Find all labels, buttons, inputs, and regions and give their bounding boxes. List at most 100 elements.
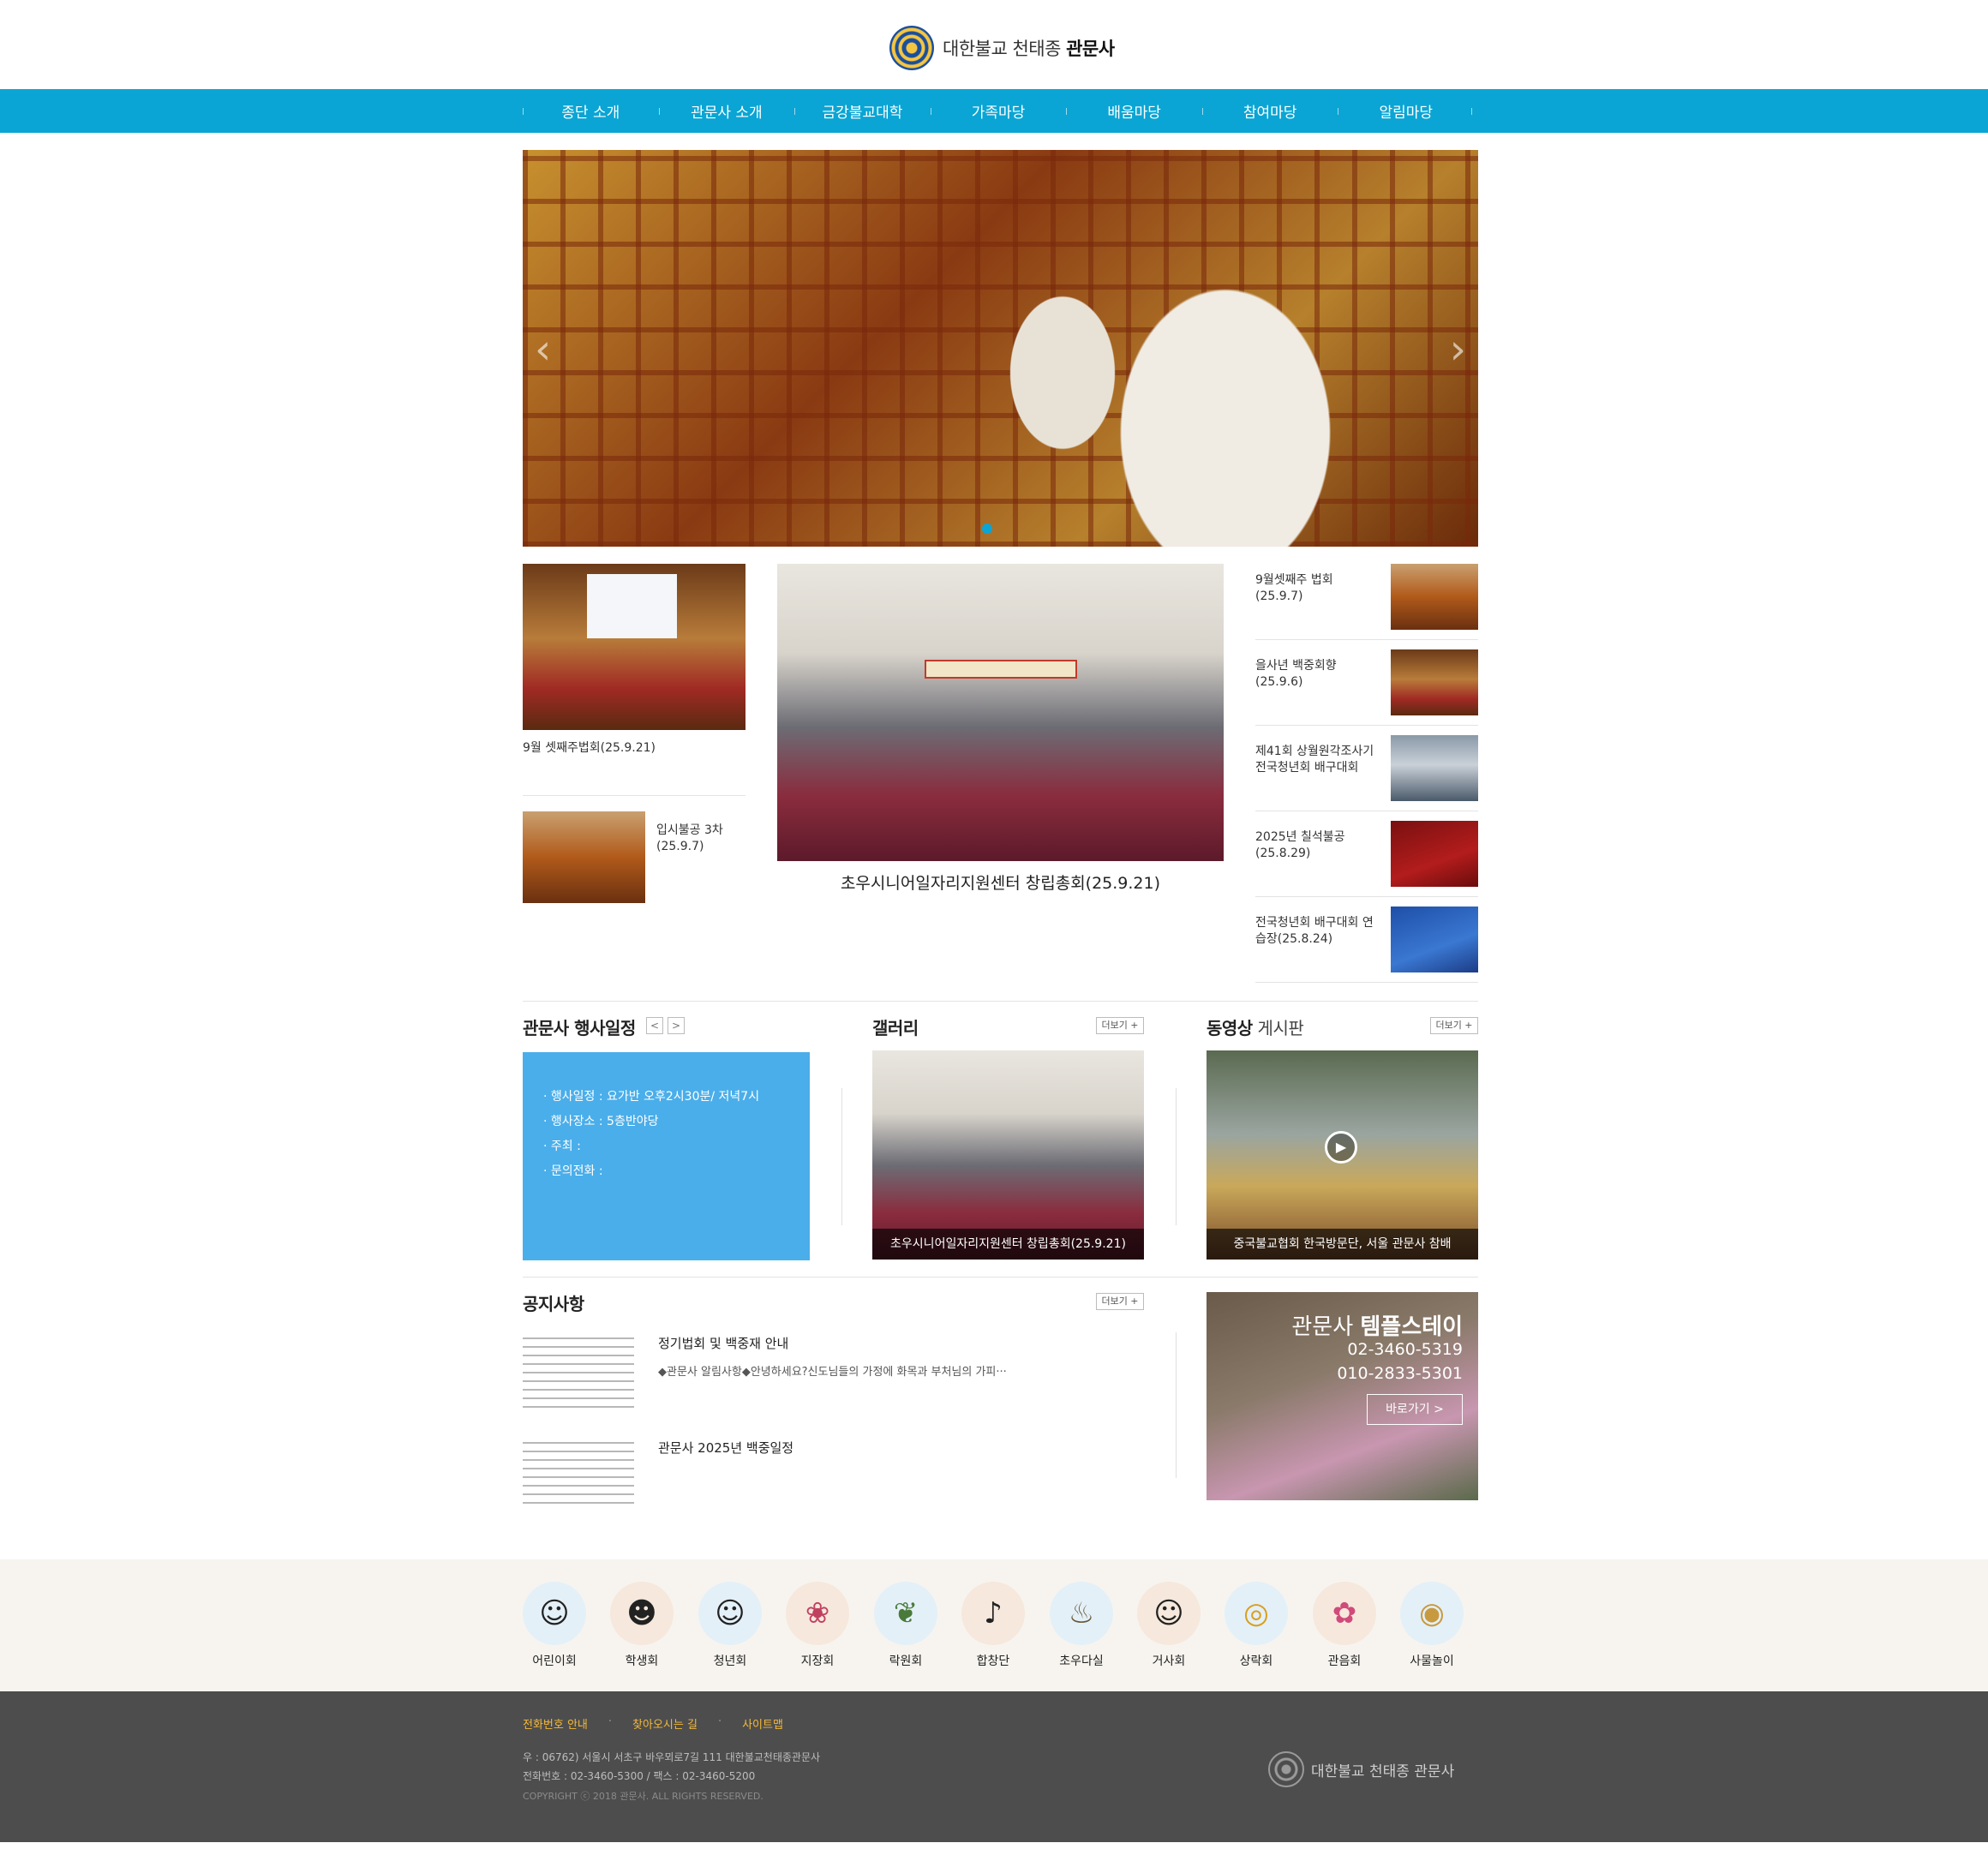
- child-icon: ☺: [523, 1582, 586, 1645]
- gallery-photo[interactable]: 초우시니어일자리지원센터 창립총회(25.9.21): [872, 1050, 1144, 1260]
- notice-item-title[interactable]: 관문사 2025년 백중일정: [658, 1439, 793, 1457]
- schedule-line: · 행사일정 : 요가반 오후2시30분/ 저녁7시: [543, 1090, 760, 1104]
- site-header: 대한불교 천태종 관문사: [0, 0, 1988, 89]
- club-label: 합창단: [976, 1655, 1010, 1668]
- site-logo[interactable]: 대한불교 천태종 관문사: [889, 26, 1115, 70]
- club-label: 초우다실: [1059, 1655, 1104, 1668]
- club-label: 락원회: [889, 1655, 923, 1668]
- divider: [1255, 725, 1478, 726]
- news-caption-left-bottom[interactable]: 입시불공 3차 (25.9.7): [656, 823, 723, 855]
- club-item[interactable]: ☻ 학생회: [610, 1582, 674, 1669]
- news-list-thumb[interactable]: [1391, 907, 1478, 972]
- news-list-thumb[interactable]: [1391, 821, 1478, 887]
- main-nav: 종단 소개 관문사 소개 금강불교대학 가족마당 배움마당 참여마당 알림마당: [0, 89, 1988, 133]
- news-list-thumb[interactable]: [1391, 564, 1478, 630]
- club-item[interactable]: ❀ 지장회: [786, 1582, 849, 1669]
- club-label: 상락회: [1239, 1655, 1273, 1668]
- templestay-phone-2: 010-2833-5301: [1337, 1364, 1463, 1383]
- nav-item-temple-intro[interactable]: 관문사 소개: [658, 89, 795, 133]
- play-icon[interactable]: ▶: [1325, 1131, 1357, 1164]
- divider: [1255, 639, 1478, 640]
- club-item[interactable]: ☺ 거사회: [1137, 1582, 1201, 1669]
- news-caption-left-top[interactable]: 9월 셋째주법회(25.9.21): [523, 740, 656, 757]
- lantern-icon: ◎: [1225, 1582, 1288, 1645]
- notice-item-title[interactable]: 정기법회 및 백중재 안내: [658, 1334, 788, 1352]
- nav-item-participation[interactable]: 참여마당: [1201, 89, 1338, 133]
- gallery-caption: 초우시니어일자리지원센터 창립총회(25.9.21): [872, 1229, 1144, 1260]
- video-title-thin: 게시판: [1252, 1018, 1304, 1038]
- club-label: 지장회: [800, 1655, 835, 1668]
- notice-title: 공지사항: [523, 1294, 584, 1314]
- elder-icon: ☺: [1137, 1582, 1201, 1645]
- video-caption: 중국불교협회 한국방문단, 서울 관문사 참배: [1207, 1229, 1478, 1260]
- notice-thumb[interactable]: [523, 1331, 634, 1409]
- nav-item-learning[interactable]: 배움마당: [1066, 89, 1202, 133]
- schedule-prev-button[interactable]: <: [646, 1017, 663, 1034]
- column-divider: [1176, 1088, 1177, 1225]
- column-divider: [1176, 1332, 1177, 1478]
- news-list-thumb[interactable]: [1391, 649, 1478, 715]
- choir-icon: ♪: [961, 1582, 1025, 1645]
- footer-logo[interactable]: 대한불교 천태종 관문사: [1268, 1751, 1454, 1787]
- divider: [1255, 982, 1478, 983]
- drum-icon: ◉: [1400, 1582, 1464, 1645]
- video-title-bold: 동영상: [1207, 1018, 1253, 1038]
- schedule-next-button[interactable]: >: [668, 1017, 685, 1034]
- nav-item-notice[interactable]: 알림마당: [1338, 89, 1474, 133]
- footer-link-phone[interactable]: 전화번호 안내: [523, 1715, 588, 1732]
- club-label: 청년회: [713, 1655, 747, 1668]
- column-divider: [841, 1088, 842, 1225]
- section-divider: [523, 1001, 1478, 1002]
- club-item[interactable]: ❦ 락원회: [874, 1582, 937, 1669]
- club-item[interactable]: ◉ 사물놀이: [1400, 1582, 1464, 1669]
- nav-item-university[interactable]: 금강불교대학: [794, 89, 931, 133]
- news-list-caption[interactable]: 을사년 백중회향 (25.9.6): [1255, 658, 1337, 691]
- gallery-more-button[interactable]: 더보기 +: [1096, 1017, 1144, 1034]
- club-item[interactable]: ✿ 관음회: [1313, 1582, 1376, 1669]
- news-list-caption[interactable]: 2025년 칠석불공 (25.8.29): [1255, 829, 1344, 862]
- chevron-left-icon[interactable]: ‹: [535, 326, 551, 374]
- brand-title: 대한불교 천태종 관문사: [943, 35, 1115, 61]
- brand-prefix: 대한불교 천태종: [943, 39, 1061, 59]
- news-list-caption[interactable]: 9월셋째주 법회 (25.9.7): [1255, 572, 1333, 605]
- video-more-button[interactable]: 더보기 +: [1430, 1017, 1478, 1034]
- club-item[interactable]: ◎ 상락회: [1225, 1582, 1288, 1669]
- nav-item-family[interactable]: 가족마당: [930, 89, 1067, 133]
- notice-more-button[interactable]: 더보기 +: [1096, 1293, 1144, 1310]
- slider-dot[interactable]: [982, 524, 992, 534]
- divider: [1255, 896, 1478, 897]
- footer-phone: 전화번호 : 02-3460-5300 / 팩스 : 02-3460-5200: [523, 1770, 756, 1782]
- club-label: 거사회: [1152, 1655, 1186, 1668]
- templestay-banner[interactable]: 관문사 템플스테이 02-3460-5319 010-2833-5301 바로가…: [1207, 1292, 1478, 1500]
- club-strip: ☺ 어린이회 ☻ 학생회 ☺ 청년회 ❀ 지장회 ❦ 락원회 ♪ 합창단 ♨ 초…: [0, 1559, 1988, 1691]
- news-thumb-left-bottom[interactable]: [523, 811, 645, 903]
- hero-banner: ‹ ›: [523, 150, 1478, 547]
- gallery-title: 갤러리: [872, 1018, 919, 1038]
- footer-link-separator: ·: [717, 1715, 722, 1728]
- tea-kettle-icon: ♨: [1050, 1582, 1113, 1645]
- video-thumbnail[interactable]: ▶ 중국불교협회 한국방문단, 서울 관문사 참배: [1207, 1050, 1478, 1260]
- news-thumb-left-top[interactable]: [523, 564, 746, 730]
- footer-link-sitemap[interactable]: 사이트맵: [742, 1715, 783, 1732]
- news-feature-photo[interactable]: [777, 564, 1224, 861]
- news-feature-caption[interactable]: 초우시니어일자리지원센터 창립총회(25.9.21): [777, 872, 1224, 895]
- nav-item-order-intro[interactable]: 종단 소개: [523, 89, 659, 133]
- templestay-go-button[interactable]: 바로가기 >: [1367, 1394, 1463, 1425]
- templestay-phone-1: 02-3460-5319: [1347, 1340, 1463, 1359]
- chevron-right-icon[interactable]: ›: [1450, 326, 1466, 374]
- footer-link-separator: ·: [608, 1715, 613, 1728]
- footer-link-directions[interactable]: 찾아오시는 길: [632, 1715, 698, 1732]
- club-label: 학생회: [625, 1655, 659, 1668]
- notice-item-summary[interactable]: ◆관문사 알림사항◆안녕하세요?신도님들의 가정에 화목과 부처님의 가피···: [658, 1362, 1018, 1379]
- club-item[interactable]: ♪ 합창단: [961, 1582, 1025, 1669]
- schedule-title: 관문사 행사일정: [523, 1018, 636, 1038]
- news-list-thumb[interactable]: [1391, 735, 1478, 801]
- news-list-caption[interactable]: 제41회 상월원각조사기 전국청년회 배구대회: [1255, 744, 1374, 776]
- notice-thumb[interactable]: [523, 1435, 634, 1508]
- nav-separator: [1471, 108, 1472, 115]
- site-footer: 전화번호 안내 · 찾아오시는 길 · 사이트맵 우 : 06762) 서울시 …: [0, 1691, 1988, 1842]
- club-item[interactable]: ♨ 초우다실: [1050, 1582, 1113, 1669]
- club-item[interactable]: ☺ 어린이회: [523, 1582, 586, 1669]
- news-list-caption[interactable]: 전국청년회 배구대회 연 습장(25.8.24): [1255, 915, 1374, 948]
- club-item[interactable]: ☺ 청년회: [698, 1582, 762, 1669]
